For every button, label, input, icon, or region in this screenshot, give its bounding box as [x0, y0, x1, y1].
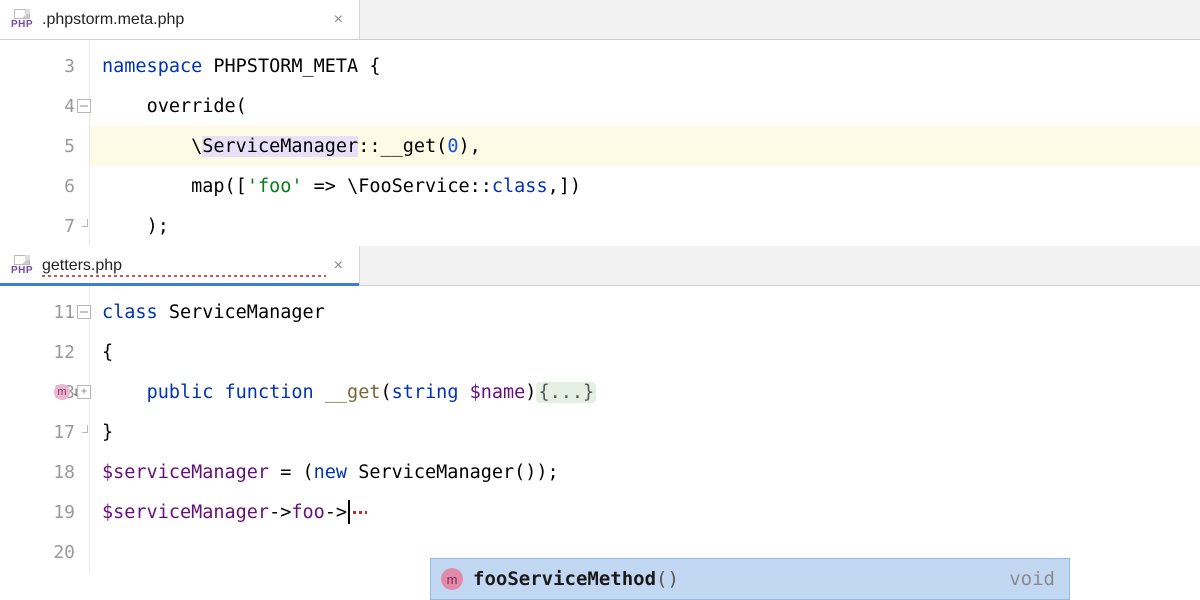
code-line[interactable]: class ServiceManager — [90, 292, 1200, 332]
line-number: 18 — [45, 462, 75, 483]
code-line[interactable]: $serviceManager = (new ServiceManager())… — [90, 452, 1200, 492]
line-number: 3 — [45, 56, 75, 77]
gutter-top[interactable]: 3 4 5 6 7 — [0, 40, 90, 246]
line-number: 6 — [45, 176, 75, 197]
line-number: 4 — [45, 96, 75, 117]
line-number: 11 — [45, 302, 75, 323]
method-icon: m — [441, 568, 463, 590]
line-number: 19 — [45, 502, 75, 523]
code-line[interactable]: } — [90, 412, 1200, 452]
code-line[interactable]: { — [90, 332, 1200, 372]
close-icon[interactable]: × — [332, 257, 345, 275]
code-area-top[interactable]: namespace PHPSTORM_META { override( \Ser… — [90, 40, 1200, 246]
php-file-icon: PHP — [8, 9, 36, 30]
line-number: 17 — [45, 422, 75, 443]
fold-end-icon — [77, 425, 91, 439]
folded-code-region[interactable]: {...} — [536, 382, 596, 403]
tab-bar-bottom: PHP getters.php × — [0, 246, 1200, 286]
fold-expand-icon[interactable] — [77, 385, 91, 399]
code-line[interactable]: override( — [90, 86, 1200, 126]
autocomplete-item-name: fooServiceMethod — [473, 568, 656, 590]
tab-filename: .phpstorm.meta.php — [42, 11, 326, 29]
line-number: 7 — [45, 216, 75, 237]
tab-getters[interactable]: PHP getters.php × — [0, 246, 360, 285]
code-line[interactable]: map(['foo' => \FooService::class,]) — [90, 166, 1200, 206]
bottom-editor-pane: PHP getters.php × 11 12 m ↓ 13 17 — [0, 246, 1200, 572]
autocomplete-popup[interactable]: m fooServiceMethod() void — [430, 558, 1070, 600]
tab-bar-spacer — [360, 0, 1200, 39]
editor-bottom[interactable]: 11 12 m ↓ 13 17 18 19 20 class ServiceMa… — [0, 286, 1200, 572]
line-number: 5 — [45, 136, 75, 157]
code-line[interactable]: public function __get(string $name){...} — [90, 372, 1200, 412]
tab-phpstorm-meta[interactable]: PHP .phpstorm.meta.php × — [0, 0, 360, 39]
tab-bar-top: PHP .phpstorm.meta.php × — [0, 0, 1200, 40]
close-icon[interactable]: × — [332, 11, 345, 29]
error-underline-icon — [353, 511, 367, 514]
code-area-bottom[interactable]: class ServiceManager { public function _… — [90, 286, 1200, 572]
fold-collapse-icon[interactable] — [77, 305, 91, 319]
code-line[interactable]: ); — [90, 206, 1200, 246]
code-line[interactable]: namespace PHPSTORM_META { — [90, 46, 1200, 86]
gutter-bottom[interactable]: 11 12 m ↓ 13 17 18 19 20 — [0, 286, 90, 572]
autocomplete-return-type: void — [1009, 568, 1055, 590]
tab-filename: getters.php — [42, 257, 326, 275]
line-number: 12 — [45, 342, 75, 363]
text-caret — [348, 500, 350, 524]
line-number: 20 — [45, 542, 75, 563]
error-underline-icon — [42, 275, 326, 277]
php-file-icon: PHP — [8, 255, 36, 276]
code-line[interactable]: \ServiceManager::__get(0), — [90, 126, 1200, 166]
tab-bar-spacer — [360, 246, 1200, 285]
code-line[interactable]: $serviceManager->foo-> — [90, 492, 1200, 532]
editor-top[interactable]: 3 4 5 6 7 namespace PHPSTORM_META { over… — [0, 40, 1200, 246]
fold-end-icon — [77, 219, 91, 233]
top-editor-pane: PHP .phpstorm.meta.php × 3 4 5 6 7 names… — [0, 0, 1200, 246]
fold-collapse-icon[interactable] — [77, 99, 91, 113]
